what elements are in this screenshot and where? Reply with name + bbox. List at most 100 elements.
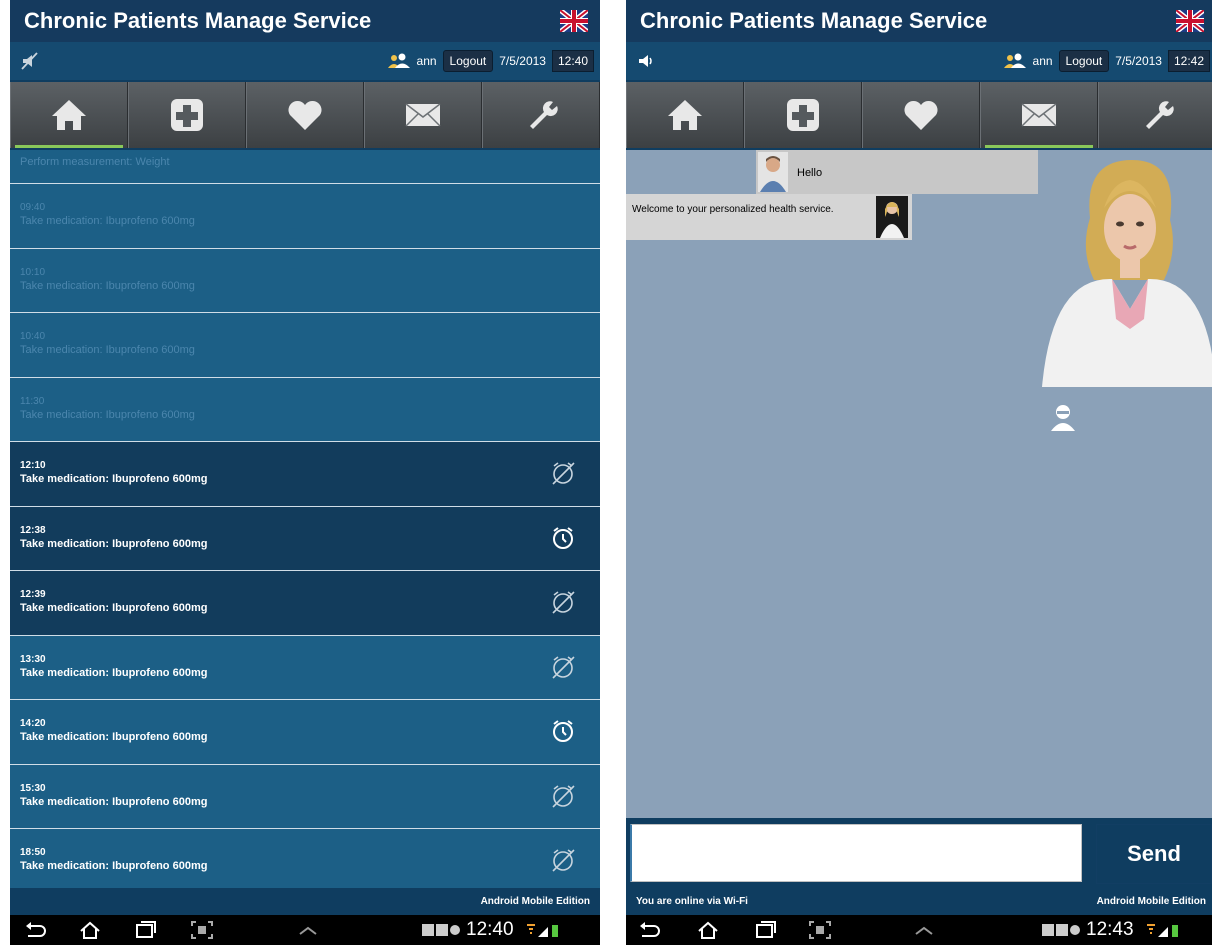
list-item[interactable]: 11:30 Take medication: Ibuprofeno 600mg [10, 377, 600, 442]
list-item[interactable]: 18:50 Take medication: Ibuprofeno 600mg [10, 829, 600, 888]
reminder-text: Take medication: Ibuprofeno 600mg [20, 795, 208, 808]
username: ann [416, 54, 437, 68]
reminder-time: 10:10 [20, 266, 46, 278]
alarm-off-icon[interactable] [550, 654, 576, 680]
signal-battery-icon [1147, 924, 1178, 937]
reminder-text: Take medication: Ibuprofeno 600mg [20, 666, 208, 679]
tab-health[interactable] [862, 82, 980, 148]
list-item[interactable]: 12:39 Take medication: Ibuprofeno 600mg [10, 571, 600, 636]
chevron-up-icon[interactable] [912, 920, 936, 940]
tab-health[interactable] [246, 82, 364, 148]
medical-cross-icon [171, 99, 203, 131]
title-bar: Chronic Patients Manage Service [10, 0, 600, 42]
tab-home[interactable] [10, 82, 128, 148]
reminder-text: Take medication: Ibuprofeno 600mg [20, 860, 208, 872]
list-item[interactable]: 09:40 Take medication: Ibuprofeno 600mg [10, 184, 600, 249]
wrench-icon [1146, 101, 1174, 129]
tab-settings[interactable] [1098, 82, 1212, 148]
home-icon [668, 100, 702, 130]
uk-flag-icon[interactable] [1176, 10, 1204, 32]
reminder-text: Take medication: Ibuprofeno 600mg [20, 215, 195, 227]
left-screen: Chronic Patients Manage Service ann Logo… [10, 0, 600, 945]
reminder-time: 12:10 [20, 460, 46, 471]
logout-button[interactable]: Logout [1058, 50, 1110, 72]
reminder-time: 15:30 [20, 782, 46, 794]
recent-apps-icon[interactable] [134, 920, 158, 940]
compose-bar: Send [626, 818, 1212, 888]
tab-settings[interactable] [482, 82, 600, 148]
reminder-time: 14:20 [20, 718, 46, 729]
tab-home[interactable] [626, 82, 744, 148]
heart-icon [288, 100, 322, 130]
status-bar: ann Logout 7/5/2013 12:40 [10, 42, 600, 80]
footer: Android Mobile Edition [10, 888, 600, 915]
users-icon [1003, 53, 1026, 68]
android-navbar: 12:43 [626, 915, 1212, 945]
back-icon[interactable] [638, 920, 662, 940]
reminder-time: 10:40 [20, 331, 46, 342]
reminder-list: Perform measurement: Weight 09:40 Take med… [10, 150, 600, 888]
list-item[interactable]: 12:10 Take medication: Ibuprofeno 600mg [10, 442, 600, 507]
list-item[interactable]: 12:38 Take medication: Ibuprofeno 600mg [10, 506, 600, 571]
status-bar: ann Logout 7/5/2013 12:42 [626, 42, 1212, 80]
logout-button[interactable]: Logout [442, 50, 494, 72]
list-item[interactable]: 15:30 Take medication: Ibuprofeno 600mg [10, 765, 600, 829]
sound-off-icon[interactable] [20, 51, 40, 71]
reminder-time: 09:40 [20, 202, 46, 213]
app-title: Chronic Patients Manage Service [24, 8, 372, 33]
main-tabs [10, 82, 600, 148]
app-title: Chronic Patients Manage Service [640, 8, 988, 33]
main-tabs [626, 82, 1212, 148]
alarm-clock-icon[interactable] [550, 718, 576, 744]
sound-on-icon[interactable] [636, 51, 656, 71]
notification-icons [1042, 924, 1080, 936]
tab-messages[interactable] [364, 82, 482, 148]
time-label: 12:42 [1167, 50, 1210, 72]
uk-flag-icon[interactable] [560, 10, 588, 32]
home-button-icon[interactable] [78, 920, 102, 940]
back-icon[interactable] [24, 920, 48, 940]
date-label: 7/5/2013 [1115, 54, 1162, 68]
list-item[interactable]: 13:30 Take medication: Ibuprofeno 600mg [10, 636, 600, 700]
time-label: 12:40 [551, 50, 594, 72]
tab-medical[interactable] [128, 82, 246, 148]
alarm-off-icon[interactable] [550, 783, 576, 809]
assistant-thumbnail [876, 196, 908, 238]
alarm-off-icon[interactable] [550, 847, 576, 873]
system-clock: 12:43 [1086, 919, 1134, 940]
chevron-up-icon[interactable] [296, 920, 320, 940]
screenshot-icon[interactable] [190, 920, 214, 940]
alarm-off-icon[interactable] [550, 589, 576, 615]
tab-medical[interactable] [744, 82, 862, 148]
edition-label: Android Mobile Edition [1096, 896, 1206, 907]
user-avatar [758, 152, 788, 192]
home-icon [52, 100, 86, 130]
list-item[interactable]: 10:40 Take medication: Ibuprofeno 600mg [10, 313, 600, 378]
envelope-icon [405, 103, 441, 127]
screenshot-icon[interactable] [808, 920, 832, 940]
reminder-text: Take medication: Ibuprofeno 600mg [20, 408, 195, 421]
reminder-text: Take medication: Ibuprofeno 600mg [20, 279, 195, 292]
user-status-icon[interactable] [1048, 402, 1078, 432]
recent-apps-icon[interactable] [754, 920, 778, 940]
send-button[interactable]: Send [1096, 824, 1212, 884]
reminder-time: 13:30 [20, 653, 46, 665]
chat-area: Hello Welcome to your personalized healt… [626, 150, 1212, 818]
assistant-message: Welcome to your personalized health serv… [626, 194, 912, 240]
alarm-off-icon[interactable] [550, 460, 576, 486]
users-icon [387, 53, 410, 68]
reminder-text: Take medication: Ibuprofeno 600mg [20, 473, 208, 485]
list-item[interactable]: 14:20 Take medication: Ibuprofeno 600mg [10, 700, 600, 765]
list-item[interactable]: Perform measurement: Weight [10, 150, 600, 184]
wrench-icon [530, 101, 558, 129]
message-input[interactable] [630, 824, 1082, 882]
reminder-text: Take medication: Ibuprofeno 600mg [20, 602, 208, 614]
tab-messages[interactable] [980, 82, 1098, 148]
home-button-icon[interactable] [696, 920, 720, 940]
list-item[interactable]: 10:10 Take medication: Ibuprofeno 600mg [10, 248, 600, 313]
alarm-clock-icon[interactable] [550, 525, 576, 551]
android-navbar: 12:40 [10, 915, 600, 945]
envelope-icon [1021, 103, 1057, 127]
reminder-text: Perform measurement: Weight [20, 156, 170, 168]
reminder-text: Take medication: Ibuprofeno 600mg [20, 344, 195, 356]
